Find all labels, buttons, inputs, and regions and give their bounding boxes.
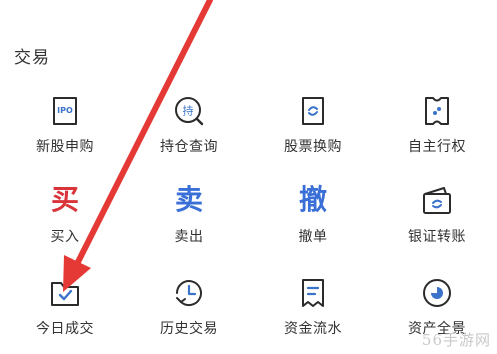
self-exercise-label: 自主行权 bbox=[408, 139, 466, 155]
cancel-order-button[interactable]: 撤 撤单 bbox=[251, 178, 375, 260]
stock-exchange-label: 股票换购 bbox=[284, 139, 342, 155]
today-deals-button[interactable]: 今日成交 bbox=[3, 270, 127, 352]
history-clock-icon bbox=[172, 276, 206, 310]
bank-transfer-button[interactable]: 银证转账 bbox=[375, 178, 497, 260]
sell-button[interactable]: 卖 卖出 bbox=[127, 178, 251, 260]
holding-search-icon: 持 bbox=[172, 94, 206, 128]
watermark: 56手游网 bbox=[421, 331, 491, 349]
asset-pie-icon bbox=[420, 276, 454, 310]
today-deals-label: 今日成交 bbox=[36, 321, 94, 337]
sell-label: 卖出 bbox=[174, 229, 204, 245]
stock-exchange-doc-icon bbox=[296, 94, 330, 128]
wallet-icon bbox=[420, 184, 454, 218]
buy-label: 买入 bbox=[50, 229, 80, 245]
ticket-exercise-icon bbox=[420, 94, 454, 128]
self-exercise-button[interactable]: 自主行权 bbox=[375, 88, 497, 170]
stock-exchange-button[interactable]: 股票换购 bbox=[251, 88, 375, 170]
bank-transfer-label: 银证转账 bbox=[408, 229, 466, 245]
flow-doc-icon bbox=[296, 276, 330, 310]
ipo-subscribe-button[interactable]: IPO 新股申购 bbox=[3, 88, 127, 170]
folder-check-icon bbox=[48, 276, 82, 310]
history-trade-label: 历史交易 bbox=[160, 321, 218, 337]
ipo-doc-icon: IPO bbox=[48, 94, 82, 128]
history-trade-button[interactable]: 历史交易 bbox=[127, 270, 251, 352]
holding-query-button[interactable]: 持 持仓查询 bbox=[127, 88, 251, 170]
sell-char-icon: 卖 bbox=[174, 183, 204, 216]
cancel-order-label: 撤单 bbox=[298, 229, 328, 245]
holding-query-label: 持仓查询 bbox=[160, 139, 218, 155]
buy-button[interactable]: 买 买入 bbox=[3, 178, 127, 260]
cancel-char-icon: 撤 bbox=[298, 183, 328, 216]
svg-text:持: 持 bbox=[183, 104, 194, 118]
fund-flow-label: 资金流水 bbox=[284, 321, 342, 337]
buy-char-icon: 买 bbox=[50, 183, 80, 216]
ipo-subscribe-label: 新股申购 bbox=[36, 139, 94, 155]
fund-flow-button[interactable]: 资金流水 bbox=[251, 270, 375, 352]
svg-text:IPO: IPO bbox=[57, 106, 73, 115]
section-title-trade: 交易 bbox=[14, 48, 50, 68]
